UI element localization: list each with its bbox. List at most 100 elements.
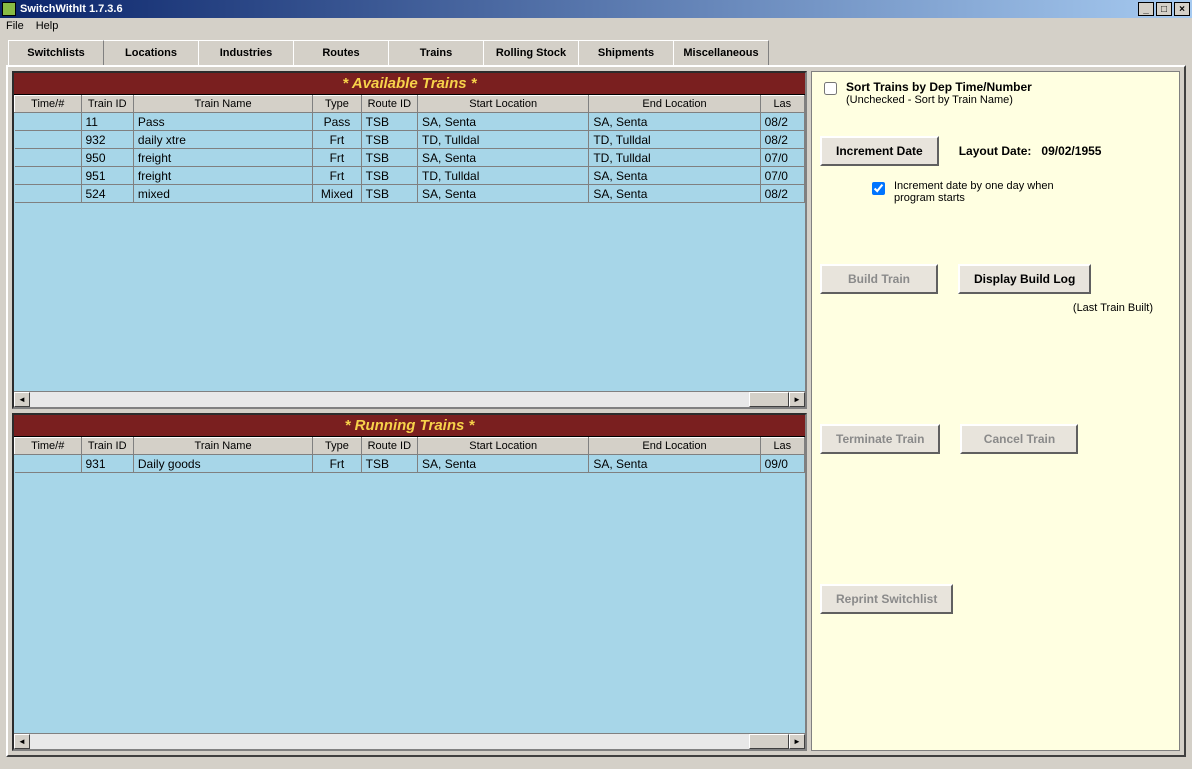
- cell-time: [15, 149, 82, 167]
- tab-locations[interactable]: Locations: [103, 40, 199, 65]
- cell-train-name: Pass: [133, 113, 312, 131]
- cell-train-id: 524: [81, 185, 133, 203]
- scroll-right-icon[interactable]: ►: [789, 392, 805, 407]
- col-train-id[interactable]: Train ID: [81, 96, 133, 113]
- cell-type: Mixed: [313, 185, 361, 203]
- terminate-train-button[interactable]: Terminate Train: [820, 424, 940, 454]
- cell-train-name: daily xtre: [133, 131, 312, 149]
- cell-last: 07/0: [760, 167, 804, 185]
- cell-time: [15, 131, 82, 149]
- col-start[interactable]: Start Location: [418, 96, 589, 113]
- cell-train-id: 11: [81, 113, 133, 131]
- cell-last: 09/0: [760, 455, 804, 473]
- cell-train-name: freight: [133, 167, 312, 185]
- tab-bar: Switchlists Locations Industries Routes …: [0, 36, 1192, 65]
- tab-switchlists[interactable]: Switchlists: [8, 40, 104, 65]
- cell-start: TD, Tulldal: [418, 167, 589, 185]
- col-time[interactable]: Time/#: [15, 96, 82, 113]
- sort-checkbox[interactable]: [824, 82, 837, 95]
- menu-bar: File Help: [0, 18, 1192, 36]
- scroll-left-icon[interactable]: ◄: [14, 392, 30, 407]
- col-type[interactable]: Type: [313, 438, 361, 455]
- available-empty-area: [14, 203, 805, 391]
- title-bar: SwitchWithIt 1.7.3.6 _ □ ×: [0, 0, 1192, 18]
- available-hscroll[interactable]: ◄ ►: [14, 391, 805, 407]
- col-last[interactable]: Las: [760, 438, 804, 455]
- cell-route: TSB: [361, 455, 417, 473]
- window-title: SwitchWithIt 1.7.3.6: [20, 3, 123, 15]
- col-train-id[interactable]: Train ID: [81, 438, 133, 455]
- col-start[interactable]: Start Location: [418, 438, 589, 455]
- table-row[interactable]: 11PassPassTSBSA, SentaSA, Senta08/2: [15, 113, 805, 131]
- cell-start: SA, Senta: [418, 149, 589, 167]
- cell-time: [15, 185, 82, 203]
- col-train-name[interactable]: Train Name: [133, 438, 312, 455]
- scroll-thumb[interactable]: [749, 734, 789, 749]
- close-button[interactable]: ×: [1174, 2, 1190, 16]
- table-header-row: Time/# Train ID Train Name Type Route ID…: [15, 96, 805, 113]
- cell-end: SA, Senta: [589, 113, 760, 131]
- cell-start: SA, Senta: [418, 185, 589, 203]
- col-type[interactable]: Type: [313, 96, 361, 113]
- cell-start: TD, Tulldal: [418, 131, 589, 149]
- scroll-left-icon[interactable]: ◄: [14, 734, 30, 749]
- cell-last: 08/2: [760, 185, 804, 203]
- running-empty-area: [14, 473, 805, 733]
- menu-file[interactable]: File: [6, 20, 24, 34]
- tab-miscellaneous[interactable]: Miscellaneous: [673, 40, 769, 65]
- right-pane: Sort Trains by Dep Time/Number (Unchecke…: [811, 71, 1180, 751]
- cell-time: [15, 167, 82, 185]
- cell-train-name: mixed: [133, 185, 312, 203]
- cell-last: 08/2: [760, 131, 804, 149]
- table-row[interactable]: 932daily xtreFrtTSBTD, TulldalTD, Tullda…: [15, 131, 805, 149]
- table-row[interactable]: 950freightFrtTSBSA, SentaTD, Tulldal07/0: [15, 149, 805, 167]
- cancel-train-button[interactable]: Cancel Train: [960, 424, 1078, 454]
- increment-start-checkbox[interactable]: [872, 182, 885, 195]
- available-trains-header: * Available Trains *: [14, 73, 805, 95]
- scroll-thumb[interactable]: [749, 392, 789, 407]
- content-area: * Available Trains * Time/# Train ID Tra…: [6, 65, 1186, 757]
- cell-route: TSB: [361, 167, 417, 185]
- cell-train-name: Daily goods: [133, 455, 312, 473]
- available-trains-table: Time/# Train ID Train Name Type Route ID…: [14, 95, 805, 203]
- col-train-name[interactable]: Train Name: [133, 96, 312, 113]
- running-hscroll[interactable]: ◄ ►: [14, 733, 805, 749]
- cell-train-id: 951: [81, 167, 133, 185]
- tab-routes[interactable]: Routes: [293, 40, 389, 65]
- menu-help[interactable]: Help: [36, 20, 59, 34]
- display-build-log-button[interactable]: Display Build Log: [958, 264, 1091, 294]
- layout-date-value: 09/02/1955: [1041, 144, 1101, 158]
- table-row[interactable]: 524mixedMixedTSBSA, SentaSA, Senta08/2: [15, 185, 805, 203]
- col-route[interactable]: Route ID: [361, 438, 417, 455]
- table-row[interactable]: 951freightFrtTSBTD, TulldalSA, Senta07/0: [15, 167, 805, 185]
- col-last[interactable]: Las: [760, 96, 804, 113]
- minimize-button[interactable]: _: [1138, 2, 1154, 16]
- cell-type: Frt: [313, 131, 361, 149]
- cell-route: TSB: [361, 185, 417, 203]
- left-pane: * Available Trains * Time/# Train ID Tra…: [12, 71, 807, 751]
- table-row[interactable]: 931Daily goodsFrtTSBSA, SentaSA, Senta09…: [15, 455, 805, 473]
- tab-industries[interactable]: Industries: [198, 40, 294, 65]
- cell-end: SA, Senta: [589, 167, 760, 185]
- tab-trains[interactable]: Trains: [388, 40, 484, 65]
- cell-route: TSB: [361, 149, 417, 167]
- cell-time: [15, 455, 82, 473]
- available-trains-box: * Available Trains * Time/# Train ID Tra…: [12, 71, 807, 409]
- maximize-button[interactable]: □: [1156, 2, 1172, 16]
- col-route[interactable]: Route ID: [361, 96, 417, 113]
- scroll-right-icon[interactable]: ►: [789, 734, 805, 749]
- col-end[interactable]: End Location: [589, 96, 760, 113]
- increment-start-label: Increment date by one day when program s…: [894, 180, 1064, 204]
- cell-train-id: 950: [81, 149, 133, 167]
- tab-rolling-stock[interactable]: Rolling Stock: [483, 40, 579, 65]
- col-end[interactable]: End Location: [589, 438, 760, 455]
- last-train-built-label: (Last Train Built): [820, 302, 1171, 314]
- cell-end: SA, Senta: [589, 185, 760, 203]
- build-train-button[interactable]: Build Train: [820, 264, 938, 294]
- tab-shipments[interactable]: Shipments: [578, 40, 674, 65]
- cell-route: TSB: [361, 113, 417, 131]
- increment-date-button[interactable]: Increment Date: [820, 136, 939, 166]
- col-time[interactable]: Time/#: [15, 438, 82, 455]
- reprint-switchlist-button[interactable]: Reprint Switchlist: [820, 584, 953, 614]
- cell-end: TD, Tulldal: [589, 149, 760, 167]
